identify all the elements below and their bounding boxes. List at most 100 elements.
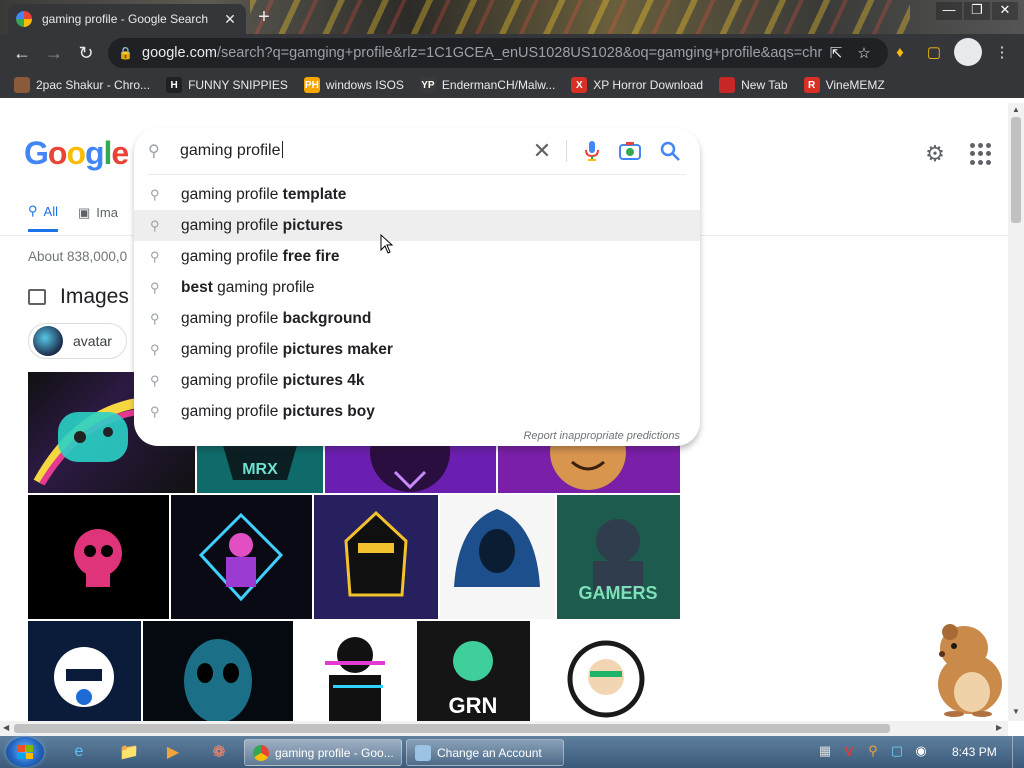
google-search-icon[interactable] [658,139,682,163]
suggestion-item[interactable]: ⚲ gaming profile pictures [134,210,700,241]
image-result-white-mask[interactable] [28,621,141,721]
internet-explorer-icon[interactable]: e [66,740,92,764]
search-icon: ⚲ [148,143,160,160]
google-logo[interactable]: Google [24,135,129,172]
suggestion-item[interactable]: ⚲ gaming profile background [134,303,700,334]
google-search-page: Google ⚙ ⚲ All ▣ Ima About 838,000,0 Ima… [0,103,1008,721]
tray-volume-icon[interactable]: ◉ [912,742,930,760]
image-result-mrx-logo[interactable]: MRX [197,442,323,493]
taskbar-clock[interactable]: 8:43 PM [952,745,997,759]
media-player-icon[interactable]: ▶ [160,740,186,764]
browser-tab-active[interactable]: gaming profile - Google Search ✕ [8,4,246,34]
search-icon: ⚲ [150,372,160,388]
tray-app-icon[interactable]: ▦ [816,742,834,760]
bookmark-item[interactable]: YP EndermanCH/Malw... [419,77,556,93]
file-explorer-icon[interactable]: 📁 [116,740,142,764]
browser-toolbar: ← → ↻ 🔒 google.com/search?q=gamging+prof… [0,34,1024,72]
clear-search-icon[interactable]: ✕ [530,137,554,165]
system-tray: ▦ V ⚲ ▢ ◉ [816,742,930,760]
tray-display-icon[interactable]: ▢ [888,742,906,760]
bookmark-item[interactable]: X XP Horror Download [571,77,703,93]
tray-search-icon[interactable]: ⚲ [864,742,882,760]
image-result-blue-hood[interactable] [440,495,555,619]
taskbar-account-window[interactable]: Change an Account [406,739,564,766]
settings-gear-icon[interactable]: ⚙ [922,141,948,167]
image-result-cartoon-face[interactable] [498,442,680,493]
result-stats: About 838,000,0 [28,249,128,264]
bookmark-item[interactable]: 2pac Shakur - Chro... [14,77,150,93]
suggestion-item[interactable]: ⚲ gaming profile template [134,179,700,210]
image-result-anime-circle[interactable] [532,621,680,721]
bookmark-favicon-icon: PH [303,77,320,93]
image-result-cyber-skull[interactable] [143,621,293,721]
suggestion-item[interactable]: ⚲ gaming profile pictures boy [134,396,700,427]
image-icon [28,289,46,305]
bookmark-label: EndermanCH/Malw... [441,78,556,92]
vertical-scrollbar[interactable]: ▲ ▼ [1008,103,1024,721]
tab-all[interactable]: ⚲ All [28,203,58,232]
minimize-button[interactable]: — [936,2,962,20]
url-text[interactable]: google.com/search?q=gamging+profile&rlz=… [142,45,822,61]
desktop-hamster-pet[interactable] [924,614,1010,718]
tab-images[interactable]: ▣ Ima [78,203,118,232]
tray-antivirus-icon[interactable]: V [840,742,858,760]
side-panel-icon[interactable]: ▢ [920,38,948,66]
horizontal-scrollbar[interactable]: ◀ ▶ [0,721,1008,736]
scroll-left-arrow-icon[interactable]: ◀ [3,723,9,732]
bookmark-label: windows ISOS [325,78,404,92]
window-close-button[interactable]: ✕ [992,2,1018,20]
scrollbar-thumb[interactable] [1011,117,1021,223]
maximize-button[interactable]: ❐ [964,2,990,20]
image-result-glitch-person[interactable] [295,621,415,721]
bookmark-favicon-icon: H [166,77,183,93]
menu-kebab-icon[interactable]: ⋮ [988,38,1016,66]
reload-button[interactable]: ↻ [70,37,102,69]
suggestion-item[interactable]: ⚲ gaming profile pictures 4k [134,365,700,396]
search-type-tabs: ⚲ All ▣ Ima [28,203,118,232]
google-apps-icon[interactable] [970,143,992,165]
address-bar[interactable]: 🔒 google.com/search?q=gamging+profile&rl… [108,38,888,68]
search-icon: ⚲ [150,186,160,202]
images-section-heading: Images [28,285,129,309]
bookmark-label: XP Horror Download [593,78,704,92]
search-icon: ⚲ [150,217,160,233]
bookmark-star-icon[interactable]: ☆ [850,44,878,62]
image-result-yellow-hood[interactable] [314,495,438,619]
browser-title-bar: gaming profile - Google Search ✕ + — ❐ ✕ [0,0,1024,34]
image-result-neon-character[interactable] [171,495,312,619]
bookmark-favicon-icon [14,77,30,93]
report-predictions-link[interactable]: Report inappropriate predictions [523,430,680,442]
image-result-pink-skull[interactable] [28,495,169,619]
paint-icon[interactable]: ❁ [206,740,232,764]
filter-chip-avatar[interactable]: avatar [28,323,127,359]
suggestion-item[interactable]: ⚲ best gaming profile [134,272,700,303]
microphone-icon[interactable] [580,139,604,163]
scroll-right-arrow-icon[interactable]: ▶ [996,723,1002,732]
camera-lens-icon[interactable] [618,140,642,162]
suggestion-item[interactable]: ⚲ gaming profile free fire [134,241,700,272]
share-icon[interactable]: ⇱ [822,44,850,62]
bookmark-item[interactable]: H FUNNY SNIPPIES [166,77,288,93]
image-result-gamers-logo[interactable]: GAMERS [557,495,680,619]
back-button[interactable]: ← [6,37,38,69]
windows-taskbar: e 📁 ▶ ❁ gaming profile - Goo... Change a… [0,736,1024,768]
search-input[interactable]: gaming profile [180,141,283,160]
scrollbar-thumb[interactable] [14,724,890,733]
search-icon: ⚲ [150,341,160,357]
image-result-purple-skull[interactable] [325,442,496,493]
start-button[interactable] [6,737,44,767]
suggestion-item[interactable]: ⚲ gaming profile pictures maker [134,334,700,365]
bookmark-item[interactable]: New Tab [719,77,788,93]
bookmark-item[interactable]: R VineMEMZ [803,77,885,93]
taskbar-chrome-window[interactable]: gaming profile - Goo... [244,739,402,766]
scroll-up-arrow-icon[interactable]: ▲ [1012,105,1020,114]
show-desktop-button[interactable] [1012,736,1024,768]
tab-close-icon[interactable]: ✕ [222,11,238,28]
image-result-grn-logo[interactable]: GRN [417,621,530,721]
scroll-down-arrow-icon[interactable]: ▼ [1012,707,1020,716]
extensions-icon[interactable]: ♦ [886,38,914,66]
profile-avatar-icon[interactable] [954,38,982,66]
bookmark-item[interactable]: PH windows ISOS [303,77,404,93]
forward-button[interactable]: → [38,37,70,69]
new-tab-button[interactable]: + [252,6,276,30]
